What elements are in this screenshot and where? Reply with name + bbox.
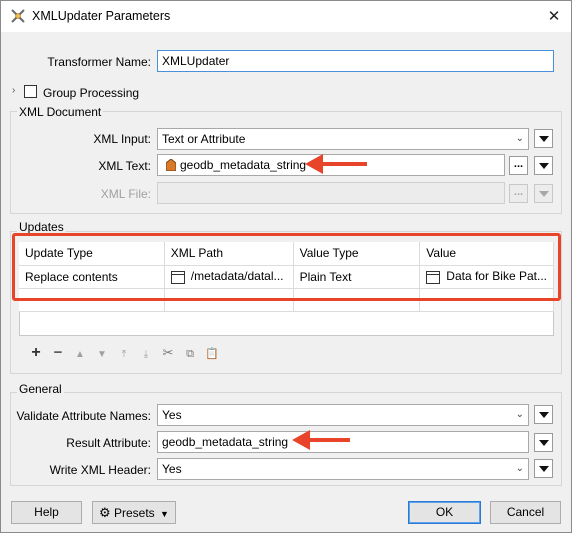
copy-icon[interactable]: ⧉	[179, 348, 201, 361]
xml-text-ellipsis-button[interactable]: ...	[509, 156, 528, 175]
xml-input-label: XML Input:	[93, 132, 151, 146]
result-attribute-menu-button[interactable]	[534, 433, 553, 452]
group-processing-label: Group Processing	[43, 86, 140, 100]
title-bar: XMLUpdater Parameters ✕	[1, 1, 571, 32]
updates-title: Updates	[17, 220, 66, 234]
caret-down-icon: ▼	[160, 509, 169, 519]
xml-text-value: geodb_metadata_string	[180, 158, 307, 172]
chevron-down-icon: ⌄	[515, 409, 524, 420]
xml-file-label: XML File:	[100, 187, 151, 201]
xml-file-input	[157, 182, 505, 204]
cancel-button[interactable]: Cancel	[490, 501, 561, 524]
result-attribute-arrow-annotation	[292, 430, 350, 450]
transformer-name-label: Transformer Name:	[47, 55, 151, 69]
chevron-down-icon: ⌄	[515, 463, 524, 474]
transformer-icon	[11, 9, 25, 23]
move-bottom-icon: ⤓	[143, 349, 149, 360]
remove-row-icon[interactable]: −	[47, 344, 69, 361]
validate-menu-button[interactable]	[534, 405, 553, 424]
validate-select[interactable]: Yes ⌄	[157, 404, 529, 426]
xml-text-menu-button[interactable]	[534, 156, 553, 175]
help-button[interactable]: Help	[11, 501, 82, 524]
dialog-window: XMLUpdater Parameters ✕ Transformer Name…	[0, 0, 572, 533]
paste-icon[interactable]: 📋	[201, 347, 223, 360]
xml-text-label: XML Text:	[98, 159, 151, 173]
write-header-menu-button[interactable]	[534, 459, 553, 478]
ok-button[interactable]: OK	[408, 501, 481, 524]
presets-button[interactable]: ⚙ Presets ▼	[92, 501, 176, 524]
chevron-down-icon: ⌄	[515, 133, 524, 144]
updates-toolbar: + − ▲ ▼ ⤒ ⤓ ✂ ⧉ 📋	[25, 344, 223, 364]
xml-input-value: Text or Attribute	[162, 132, 246, 146]
xml-file-menu-button	[534, 184, 553, 203]
validate-label: Validate Attribute Names:	[16, 409, 151, 423]
move-up-icon: ▲	[75, 349, 85, 360]
write-header-value: Yes	[162, 462, 182, 476]
cut-icon[interactable]: ✂	[157, 345, 179, 361]
general-title: General	[17, 382, 64, 396]
window-title: XMLUpdater Parameters	[32, 9, 171, 23]
move-down-icon: ▼	[97, 349, 107, 360]
group-processing-checkbox[interactable]	[24, 85, 37, 98]
xml-input-select[interactable]: Text or Attribute ⌄	[157, 128, 529, 150]
write-header-label: Write XML Header:	[49, 463, 151, 477]
validate-value: Yes	[162, 408, 182, 422]
attribute-icon	[165, 158, 177, 172]
updates-highlight-box	[12, 233, 561, 301]
expand-chevron-icon[interactable]: ›	[12, 85, 15, 96]
xml-file-ellipsis-button: ...	[509, 184, 528, 203]
result-attribute-label: Result Attribute:	[66, 436, 151, 450]
close-button[interactable]: ✕	[537, 1, 571, 32]
add-row-icon[interactable]: +	[25, 344, 47, 362]
presets-label: Presets	[114, 506, 155, 520]
gear-icon: ⚙	[99, 505, 111, 520]
write-header-select[interactable]: Yes ⌄	[157, 458, 529, 480]
transformer-name-input[interactable]: XMLUpdater	[157, 50, 554, 72]
xml-input-menu-button[interactable]	[534, 129, 553, 148]
move-top-icon: ⤒	[121, 349, 127, 360]
xml-text-arrow-annotation	[305, 154, 367, 174]
xml-document-title: XML Document	[17, 105, 104, 119]
